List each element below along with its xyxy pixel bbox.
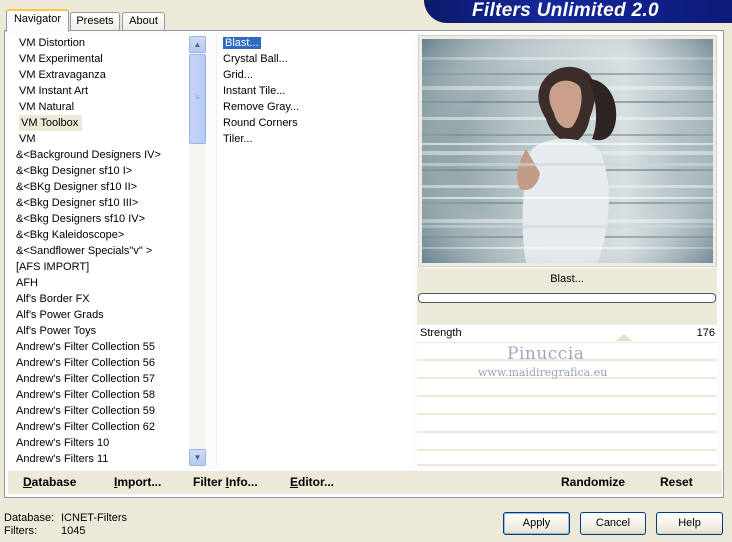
category-item[interactable]: VM Experimental xyxy=(8,51,206,67)
category-item[interactable]: Alf's Border FX xyxy=(8,291,206,307)
randomize-button[interactable]: Randomize xyxy=(561,475,625,489)
filter-controls: Blast... Strength 176 Pinuccia www.maidi… xyxy=(417,268,717,466)
cancel-button[interactable]: Cancel xyxy=(580,512,646,535)
filter-item[interactable]: Crystal Ball... xyxy=(217,51,412,67)
category-item[interactable]: &<BKg Designer sf10 II> xyxy=(8,179,206,195)
category-item[interactable]: Alf's Power Grads xyxy=(8,307,206,323)
filter-item-label: Remove Gray... xyxy=(223,101,300,113)
database-value: ICNET-Filters xyxy=(61,512,127,524)
slider-slot-7 xyxy=(417,433,717,450)
database-button[interactable]: Database xyxy=(23,475,76,489)
category-item[interactable]: Alf's Power Toys xyxy=(8,323,206,339)
category-item[interactable]: VM Distortion xyxy=(8,35,206,51)
watermark-url: www.maidiregrafica.eu xyxy=(478,366,608,379)
strength-slider-thumb[interactable] xyxy=(616,334,632,341)
strength-label: Strength xyxy=(420,327,462,339)
import-button[interactable]: Import... xyxy=(114,475,161,489)
category-item[interactable]: Andrew's Filter Collection 55 xyxy=(8,339,206,355)
app-banner: Filters Unlimited 2.0 xyxy=(424,0,732,23)
strength-slider[interactable]: Strength 176 xyxy=(417,324,717,342)
filter-list[interactable]: Blast... Crystal Ball... Grid... Instant Ti… xyxy=(216,35,412,467)
filter-item-label: Round Corners xyxy=(223,117,298,129)
filter-item[interactable]: Remove Gray... xyxy=(217,99,412,115)
strength-value: 176 xyxy=(696,327,715,339)
category-item[interactable]: VM Natural xyxy=(8,99,206,115)
category-item[interactable]: Andrew's Filter Collection 57 xyxy=(8,371,206,387)
filter-item-label: Blast... xyxy=(223,37,261,49)
category-scrollbar[interactable]: ▲ ≡ ▼ xyxy=(189,36,206,466)
category-item[interactable]: Andrew's Filters 11 xyxy=(8,451,206,467)
slider-slot-5 xyxy=(417,397,717,414)
editor-button[interactable]: Editor... xyxy=(290,475,334,489)
category-item[interactable]: &<Bkg Designer sf10 I> xyxy=(8,163,206,179)
scroll-up-button[interactable]: ▲ xyxy=(189,36,206,53)
reset-button[interactable]: Reset xyxy=(660,475,693,489)
category-item[interactable]: &<Sandflower Specials"v" > xyxy=(8,243,206,259)
category-item[interactable]: Andrew's Filter Collection 59 xyxy=(8,403,206,419)
tab-presets[interactable]: Presets xyxy=(70,12,120,31)
filter-item[interactable]: Tiler... xyxy=(217,131,412,147)
category-item[interactable]: Andrew's Filter Collection 58 xyxy=(8,387,206,403)
status-area: Database: ICNET-Filters Filters: 1045 xyxy=(4,512,127,538)
category-item[interactable]: &<Bkg Designer sf10 III> xyxy=(8,195,206,211)
filter-item[interactable]: Round Corners xyxy=(217,115,412,131)
bottom-link-bar: Database Import... Filter Info... Editor… xyxy=(8,471,722,494)
filter-item-label: Crystal Ball... xyxy=(223,53,288,65)
filters-count-label: Filters: xyxy=(4,525,37,537)
category-item[interactable]: &<Bkg Kaleidoscope> xyxy=(8,227,206,243)
slider-slot-4 xyxy=(417,379,717,396)
filter-item-label: Tiler... xyxy=(223,133,253,145)
preview-image xyxy=(422,39,713,263)
slider-slot-8 xyxy=(417,451,717,465)
selected-category-label: VM Toolbox xyxy=(19,115,83,131)
scroll-down-button[interactable]: ▼ xyxy=(189,449,206,466)
filters-count-value: 1045 xyxy=(61,525,86,537)
scroll-thumb[interactable]: ≡ xyxy=(189,54,206,144)
current-filter-name: Blast... xyxy=(550,273,584,285)
filter-item[interactable]: Instant Tile... xyxy=(217,83,412,99)
category-item[interactable]: VM Toolbox xyxy=(8,115,206,131)
help-button[interactable]: Help xyxy=(656,512,723,535)
tab-navigator[interactable]: Navigator xyxy=(6,9,69,32)
filter-item[interactable]: Blast... xyxy=(217,35,412,51)
category-item[interactable]: Andrew's Filters 10 xyxy=(8,435,206,451)
filter-info-button[interactable]: Filter Info... xyxy=(193,475,258,489)
category-list[interactable]: VM Distortion VM Experimental VM Extravaga… xyxy=(8,35,206,467)
filter-item-label: Grid... xyxy=(223,69,253,81)
filter-item[interactable]: Grid... xyxy=(217,67,412,83)
category-item[interactable]: &<Bkg Designers sf10 IV> xyxy=(8,211,206,227)
category-item[interactable]: Andrew's Filter Collection 56 xyxy=(8,355,206,371)
watermark-name: Pinuccia xyxy=(507,344,585,364)
slider-slot-6 xyxy=(417,415,717,432)
category-item[interactable]: &<Background Designers IV> xyxy=(8,147,206,163)
filter-item-label: Instant Tile... xyxy=(223,85,286,97)
apply-button[interactable]: Apply xyxy=(503,512,570,535)
category-item[interactable]: Andrew's Filter Collection 62 xyxy=(8,419,206,435)
category-item[interactable]: VM Instant Art xyxy=(8,83,206,99)
database-label: Database: xyxy=(4,512,55,524)
category-item[interactable]: AFH xyxy=(8,275,206,291)
category-item[interactable]: VM xyxy=(8,131,206,147)
progress-bar xyxy=(418,293,716,303)
preview-frame xyxy=(418,35,717,267)
category-item[interactable]: [AFS IMPORT] xyxy=(8,259,206,275)
category-item[interactable]: VM Extravaganza xyxy=(8,67,206,83)
tab-about[interactable]: About xyxy=(122,12,165,31)
